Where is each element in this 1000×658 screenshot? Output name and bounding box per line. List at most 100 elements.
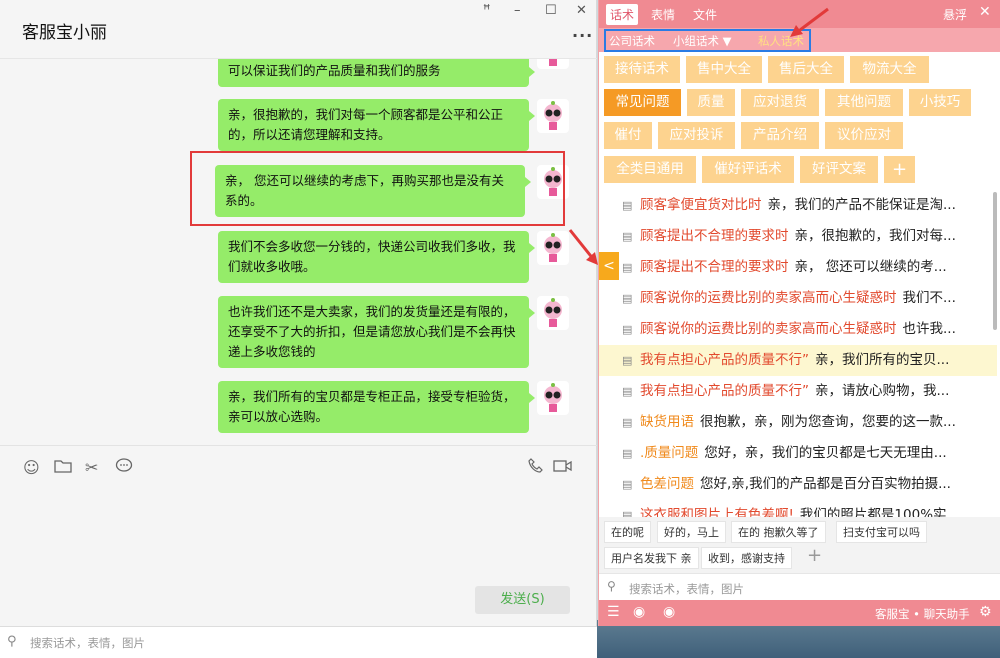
tab-emoji[interactable]: 表情 xyxy=(651,6,675,23)
menu-icon[interactable]: ☰ xyxy=(977,57,990,75)
message-bubble: 亲，我们所有的宝贝都是专柜正品，接受专柜验货，亲可以放心选购。 xyxy=(218,381,535,433)
document-icon: ▤ xyxy=(622,385,633,398)
chat-title: 客服宝小丽 xyxy=(22,23,107,43)
folder-icon[interactable] xyxy=(54,458,72,477)
chat-window: 客服宝小丽 ꟸ – ☐ ✕ ··· 可以保证我们的产品质量和我们的服务 亲，很抱… xyxy=(0,0,597,626)
float-button[interactable]: 悬浮 xyxy=(943,6,967,23)
document-icon: ▤ xyxy=(622,323,633,336)
script-row[interactable]: ▤ 顾客拿便宜货对比时 亲，我们的产品不能保证是淘... xyxy=(599,190,997,221)
category-chip[interactable]: 物流大全 xyxy=(850,56,929,83)
script-row[interactable]: ▤ 顾客说你的运费比别的卖家高而心生疑惑时 我们不... xyxy=(599,283,997,314)
category-chip-selected[interactable]: 常见问题 xyxy=(604,89,681,116)
script-row[interactable]: ▤ 顾客提出不合理的要求时 亲，很抱歉的，我们对每... xyxy=(599,221,997,252)
more-options-icon[interactable]: ··· xyxy=(572,26,593,45)
script-title: 缺货用语 xyxy=(640,414,694,430)
add-category-button[interactable]: + xyxy=(884,156,915,183)
category-chip[interactable]: 应对投诉 xyxy=(658,122,735,149)
annotation-arrow xyxy=(568,229,598,265)
quick-reply[interactable]: 收到，感谢支持 xyxy=(701,547,792,569)
category-chip[interactable]: 质量 xyxy=(687,89,735,116)
script-list[interactable]: ▤ 顾客拿便宜货对比时 亲，我们的产品不能保证是淘... ▤ 顾客提出不合理的要求时亲… xyxy=(599,190,1000,517)
message-bubble: 也许我们还不是大卖家，我们的发货量还是有限的，还享受不了大的折扣，但是请您放心我… xyxy=(218,296,535,368)
panel-footer: ☰ ◉ ◉ 客服宝 • 聊天助手 ⚙ xyxy=(599,600,1000,626)
category-chip[interactable]: 催好评话术 xyxy=(702,156,794,183)
message-list[interactable]: 可以保证我们的产品质量和我们的服务 亲，很抱歉的，我们对每一个顾客都是公平和公正… xyxy=(0,59,597,445)
script-preview: 我们的照片都是100%实... xyxy=(799,507,960,517)
list-icon[interactable]: ☰ xyxy=(607,604,620,620)
script-preview: 您好,亲,我们的产品都是百分百实物拍摄... xyxy=(700,476,951,492)
category-chip[interactable]: 其他问题 xyxy=(825,89,903,116)
quick-reply[interactable]: 扫支付宝可以吗 xyxy=(836,521,927,543)
avatar xyxy=(537,296,569,330)
script-row[interactable]: ▤ 缺货用语 很抱歉，亲，刚为您查询，您要的这一款... xyxy=(599,407,997,438)
document-icon: ▤ xyxy=(622,354,633,367)
script-preview: 亲，我们的产品不能保证是淘... xyxy=(767,197,956,213)
input-divider xyxy=(0,445,597,446)
pin-icon[interactable]: ꟸ xyxy=(483,3,491,18)
category-chip[interactable]: 售中大全 xyxy=(686,56,762,83)
add-quick-reply-button[interactable]: + xyxy=(801,545,828,567)
search-icon: ⚲ xyxy=(607,579,616,593)
screen: 客服宝小丽 ꟸ – ☐ ✕ ··· 可以保证我们的产品质量和我们的服务 亲，很抱… xyxy=(0,0,1000,658)
script-title: 我有点担心产品的质量不行” xyxy=(640,352,809,368)
category-chip[interactable]: 好评文案 xyxy=(800,156,878,183)
category-chip[interactable]: 产品介绍 xyxy=(741,122,819,149)
chat-bubble-icon[interactable] xyxy=(115,458,133,478)
tab-files[interactable]: 文件 xyxy=(693,6,717,23)
quick-reply[interactable]: 在的 抱歉久等了 xyxy=(731,521,826,543)
maximize-button[interactable]: ☐ xyxy=(545,3,557,18)
search-placeholder: 搜索话术，表情，图片 xyxy=(30,636,145,650)
scrollbar[interactable] xyxy=(993,192,997,330)
document-icon: ▤ xyxy=(622,230,633,243)
settings-icon[interactable]: ⚙ xyxy=(979,604,992,620)
script-title: 顾客提出不合理的要求时 xyxy=(640,228,789,244)
panel-search-bar[interactable]: ⚲ 搜索话术，表情，图片 xyxy=(599,573,1000,600)
annotation-arrow xyxy=(790,7,829,37)
document-icon: ▤ xyxy=(622,478,633,491)
scissors-icon[interactable]: ✂ xyxy=(85,458,98,477)
message-bubble: 我们不会多收您一分钱的，快递公司收我们多收，我们就收多收哦。 xyxy=(218,231,535,283)
phone-icon[interactable] xyxy=(528,458,544,478)
quick-replies: 在的呢 好的，马上 在的 抱歉久等了 扫支付宝可以吗 用户名发我下 亲 收到，感… xyxy=(599,517,1000,573)
quick-reply[interactable]: 在的呢 xyxy=(604,521,651,543)
assistant-panel: 话术 表情 文件 悬浮 ✕ 公司话术 小组话术 ▼ 私人话术 ☰ 接待话术 售中… xyxy=(598,0,1000,626)
avatar xyxy=(537,381,569,415)
script-row[interactable]: ▤ 色差问题 您好,亲,我们的产品都是百分百实物拍摄... xyxy=(599,469,997,500)
avatar xyxy=(537,99,569,133)
minimize-button[interactable]: – xyxy=(514,3,521,18)
avatar xyxy=(537,59,569,69)
script-title: 我有点担心产品的质量不行” xyxy=(640,383,809,399)
category-chip[interactable]: 售后大全 xyxy=(768,56,844,83)
script-row[interactable]: ▤ 我有点担心产品的质量不行” 亲，请放心购物，我... xyxy=(599,376,997,407)
category-chip[interactable]: 催付 xyxy=(604,122,652,149)
script-preview: 亲， 您还可以继续的考... xyxy=(794,259,947,275)
script-row-highlighted[interactable]: ▤ 我有点担心产品的质量不行” 亲，我们所有的宝贝... xyxy=(599,345,997,376)
message-bubble: 亲，很抱歉的，我们对每一个顾客都是公平和公正的，所以还请您理解和支持。 xyxy=(218,99,535,151)
category-chip[interactable]: 小技巧 xyxy=(909,89,971,116)
avatar xyxy=(537,231,569,265)
send-button[interactable]: 发送(S) xyxy=(475,586,570,614)
close-button[interactable]: ✕ xyxy=(576,3,587,18)
panel-close-button[interactable]: ✕ xyxy=(979,4,991,20)
eye-hidden-icon[interactable]: ◉ xyxy=(633,604,645,620)
tab-scripts[interactable]: 话术 xyxy=(606,4,639,25)
script-preview: 很抱歉，亲，刚为您查询，您要的这一款... xyxy=(700,414,956,430)
emoji-icon[interactable]: ☺ xyxy=(23,458,40,477)
eye-hidden-icon-2[interactable]: ◉ xyxy=(663,604,675,620)
quick-reply[interactable]: 好的，马上 xyxy=(657,521,726,543)
script-row[interactable]: ▤ .质量问题 您好，亲，我们的宝贝都是七天无理由... xyxy=(599,438,997,469)
category-chip[interactable]: 接待话术 xyxy=(604,56,680,83)
category-chip[interactable]: 全类目通用 xyxy=(604,156,696,183)
main-search-bar[interactable]: ⚲ 搜索话术，表情，图片 xyxy=(0,626,597,658)
video-call-icon[interactable] xyxy=(553,458,573,478)
script-row[interactable]: ▤ 顾客提出不合理的要求时 亲， 您还可以继续的考... xyxy=(599,252,997,283)
category-chip[interactable]: 应对退货 xyxy=(741,89,819,116)
script-row[interactable]: ▤ 这衣服和图片上有色差啊! 我们的照片都是100%实... xyxy=(599,500,997,517)
document-icon: ▤ xyxy=(622,447,633,460)
script-preview: 亲，我们所有的宝贝... xyxy=(815,352,950,368)
category-chip[interactable]: 议价应对 xyxy=(825,122,903,149)
insert-arrow-icon[interactable]: < xyxy=(599,252,619,280)
script-row[interactable]: ▤ 顾客说你的运费比别的卖家高而心生疑惑时 也许我... xyxy=(599,314,997,345)
quick-reply[interactable]: 用户名发我下 亲 xyxy=(604,547,699,569)
script-preview: 亲，很抱歉的，我们对每... xyxy=(794,228,956,244)
